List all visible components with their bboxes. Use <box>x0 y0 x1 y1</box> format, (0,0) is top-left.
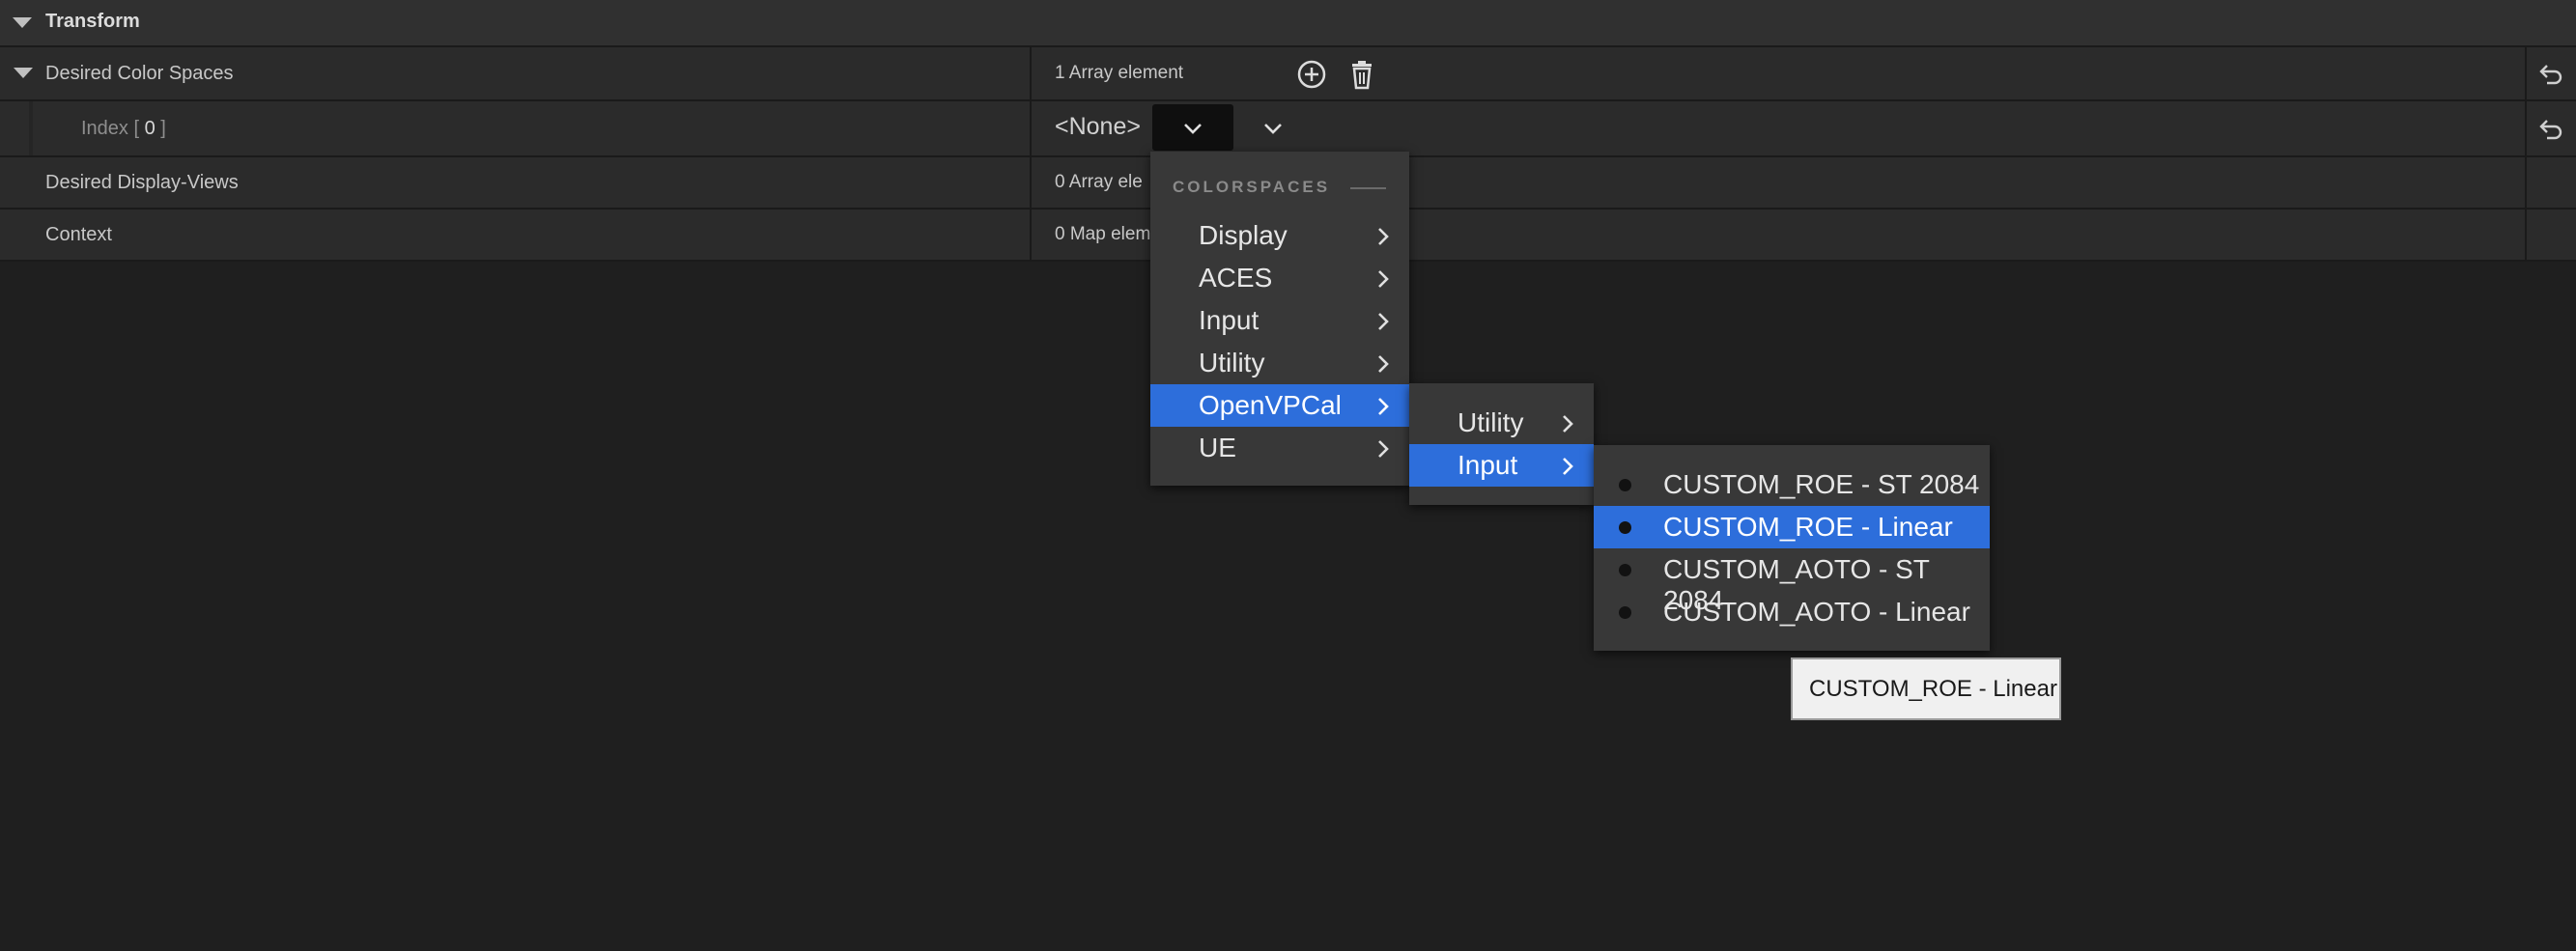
triangle-down-icon[interactable] <box>13 17 32 28</box>
menu-item-display[interactable]: Display <box>1150 214 1409 257</box>
chevron-down-icon <box>1184 124 1202 134</box>
menu-section-divider <box>1350 187 1386 189</box>
submenu-item-utility[interactable]: Utility <box>1409 402 1594 444</box>
tooltip: CUSTOM_ROE - Linear <box>1791 657 2061 720</box>
chevron-right-icon <box>1378 355 1389 373</box>
menu-item-label: Display <box>1199 220 1288 250</box>
chevron-right-icon <box>1378 440 1389 458</box>
chevron-right-icon <box>1378 270 1389 288</box>
colorspace-value[interactable]: <None> <box>1055 113 1141 141</box>
menu-section-label: COLORSPACES <box>1173 178 1331 196</box>
radio-dot-icon <box>1619 606 1631 619</box>
column-divider <box>2525 157 2527 208</box>
column-divider <box>2525 210 2527 260</box>
chevron-right-icon <box>1563 458 1573 475</box>
plus-circle-icon[interactable] <box>1295 58 1328 91</box>
map-count: 0 Map elem <box>1055 224 1151 244</box>
column-divider <box>2525 47 2527 99</box>
menu-item-input[interactable]: Input <box>1150 299 1409 342</box>
submenu-item-input[interactable]: Input <box>1409 444 1594 487</box>
property-name: Desired Color Spaces <box>45 63 234 84</box>
radio-dot-icon <box>1619 479 1631 491</box>
radio-dot-icon <box>1619 521 1631 534</box>
property-row-index-0: Index [ 0 ] <box>0 101 2576 157</box>
array-count: 0 Array ele <box>1055 172 1143 192</box>
menu-item-label: Input <box>1199 305 1260 335</box>
menu-item-label: Input <box>1458 450 1518 480</box>
triangle-down-icon[interactable] <box>14 68 33 78</box>
menu-item-utility[interactable]: Utility <box>1150 342 1409 384</box>
column-divider <box>2525 101 2527 155</box>
menu-item-aces[interactable]: ACES <box>1150 257 1409 299</box>
chevron-right-icon <box>1378 228 1389 245</box>
menu-item-ue[interactable]: UE <box>1150 427 1409 469</box>
array-count: 1 Array element <box>1055 63 1184 83</box>
property-name: Desired Display-Views <box>45 172 239 193</box>
menu-item-label: UE <box>1199 433 1236 462</box>
chevron-down-icon[interactable] <box>1261 121 1285 136</box>
property-name: Context <box>45 224 112 245</box>
transform-section-header[interactable]: Transform <box>0 0 2576 47</box>
colorspace-option[interactable]: CUSTOM_ROE - ST 2084 <box>1594 463 1990 506</box>
openvpcal-submenu: Utility Input <box>1409 383 1594 505</box>
colorspace-option[interactable]: CUSTOM_AOTO - Linear <box>1594 591 1990 633</box>
menu-item-label: CUSTOM_ROE - ST 2084 <box>1663 469 1980 499</box>
colorspace-dropdown-button[interactable] <box>1152 104 1233 151</box>
trash-icon[interactable] <box>1345 58 1378 91</box>
colorspaces-menu: COLORSPACES Display ACES Input Utility O… <box>1150 152 1409 486</box>
chevron-right-icon <box>1378 313 1389 330</box>
section-title: Transform <box>45 11 140 32</box>
tooltip-text: CUSTOM_ROE - Linear <box>1809 676 2057 702</box>
property-name: Index [ 0 ] <box>81 118 166 139</box>
colorspace-option[interactable]: CUSTOM_ROE - Linear <box>1594 506 1990 548</box>
menu-item-label: Utility <box>1199 348 1265 378</box>
input-submenu: CUSTOM_ROE - ST 2084 CUSTOM_ROE - Linear… <box>1594 445 1990 651</box>
column-divider[interactable] <box>1030 210 1032 260</box>
menu-item-label: OpenVPCal <box>1199 390 1342 420</box>
indent-guide <box>29 101 33 155</box>
menu-item-label: CUSTOM_ROE - Linear <box>1663 512 1953 542</box>
reset-arrow-icon[interactable] <box>2537 119 2564 140</box>
menu-item-label: Utility <box>1458 407 1524 437</box>
reset-arrow-icon[interactable] <box>2537 64 2564 85</box>
chevron-right-icon <box>1563 415 1573 433</box>
colorspace-option[interactable]: CUSTOM_AOTO - ST 2084 <box>1594 548 1990 615</box>
menu-item-label: ACES <box>1199 263 1273 293</box>
radio-dot-icon <box>1619 564 1631 576</box>
menu-item-openvpcal[interactable]: OpenVPCal <box>1150 384 1409 427</box>
chevron-right-icon <box>1378 398 1389 415</box>
column-divider[interactable] <box>1030 47 1032 99</box>
property-row-desired-color-spaces: Desired Color Spaces 1 Array element <box>0 47 2576 101</box>
column-divider[interactable] <box>1030 101 1032 155</box>
column-divider[interactable] <box>1030 157 1032 208</box>
menu-item-label: CUSTOM_AOTO - Linear <box>1663 597 1970 627</box>
